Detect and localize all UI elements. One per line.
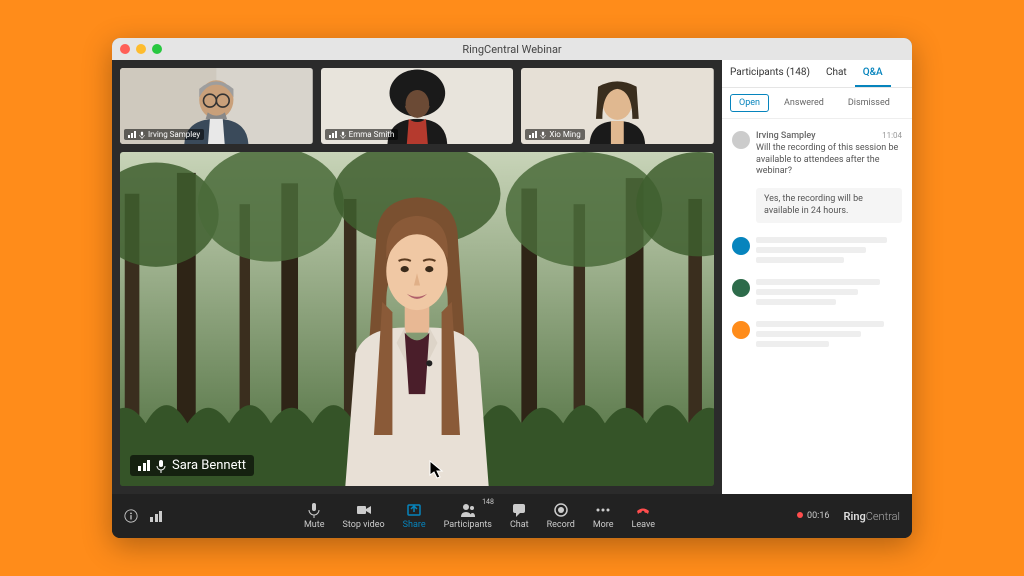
thumbnail-name: Emma Smith [349,130,395,139]
info-icon[interactable] [124,509,138,523]
people-icon [460,502,476,518]
side-panel: Participants (148) Chat Q&A Open Answere… [722,60,912,494]
thumbnail-label: Xio Ming [525,129,584,140]
avatar [732,321,750,339]
leave-button[interactable]: Leave [632,502,656,530]
main-video[interactable]: Sara Bennett [120,152,714,486]
qa-placeholder [722,231,912,273]
avatar [732,279,750,297]
cursor-icon [429,460,445,480]
app-window: RingCentral Webinar [112,38,912,538]
thumbnail-name: Irving Sampley [148,130,200,139]
share-icon [406,502,422,518]
qa-sub-dismissed[interactable]: Dismissed [839,94,899,112]
participants-count: 148 [482,498,494,506]
signal-icon[interactable] [150,511,162,522]
thumbnail-label: Emma Smith [325,129,399,140]
mic-icon [540,131,546,139]
qa-list: Irving Sampley 11:04 Will the recording … [722,119,912,494]
thumbnail-name: Xio Ming [549,130,580,139]
mic-icon [306,502,322,518]
window-title: RingCentral Webinar [112,43,912,56]
chat-button[interactable]: Chat [510,502,529,530]
qa-question[interactable]: Irving Sampley 11:04 Will the recording … [722,125,912,184]
mic-icon [139,131,145,139]
more-label: More [593,520,614,530]
signal-icon [138,460,150,471]
thumbnail-label: Irving Sampley [124,129,204,140]
record-button[interactable]: Record [547,502,575,530]
brand-logo: RingCentral [843,510,900,523]
chat-icon [511,502,527,518]
avatar [732,131,750,149]
stop-video-button[interactable]: Stop video [343,502,385,530]
signal-icon [329,131,337,138]
record-icon [553,502,569,518]
leave-label: Leave [632,520,656,530]
mute-button[interactable]: Mute [304,502,325,530]
participant-thumbnail[interactable]: Emma Smith [321,68,514,144]
qa-placeholder [722,315,912,357]
recording-timer: 00:16 [797,511,829,521]
main-speaker-name: Sara Bennett [172,458,246,473]
participants-button[interactable]: 148 Participants [444,502,492,530]
titlebar: RingCentral Webinar [112,38,912,60]
share-button[interactable]: Share [403,502,426,530]
toolbar: Mute Stop video Share 148 Participants C… [112,494,912,538]
camera-icon [356,502,372,518]
video-area: Irving Sampley [112,60,722,494]
share-label: Share [403,520,426,530]
thumbnail-strip: Irving Sampley [112,60,722,152]
participants-label: Participants [444,520,492,530]
mic-icon [156,459,166,473]
signal-icon [529,131,537,138]
qa-answer: Yes, the recording will be available in … [756,188,902,223]
more-icon [595,502,611,518]
participant-thumbnail[interactable]: Xio Ming [521,68,714,144]
tab-qa[interactable]: Q&A [855,60,891,87]
qa-sub-answered[interactable]: Answered [775,94,833,112]
mic-icon [340,131,346,139]
record-label: Record [547,520,575,530]
main-speaker-label: Sara Bennett [130,455,254,476]
tab-chat[interactable]: Chat [818,60,855,87]
qa-subtabs: Open Answered Dismissed [722,88,912,119]
signal-icon [128,131,136,138]
panel-tabs: Participants (148) Chat Q&A [722,60,912,88]
qa-time: 11:04 [882,131,902,141]
qa-placeholder [722,273,912,315]
stop-video-label: Stop video [343,520,385,530]
tab-participants[interactable]: Participants (148) [722,60,818,87]
qa-text: Will the recording of this session be av… [756,143,902,178]
chat-label: Chat [510,520,529,530]
avatar [732,237,750,255]
participant-thumbnail[interactable]: Irving Sampley [120,68,313,144]
phone-icon [635,502,651,518]
recording-indicator-icon [797,512,803,518]
qa-sub-open[interactable]: Open [730,94,769,112]
mute-label: Mute [304,520,325,530]
qa-asker-name: Irving Sampley [756,131,816,141]
more-button[interactable]: More [593,502,614,530]
main-speaker [294,179,540,486]
